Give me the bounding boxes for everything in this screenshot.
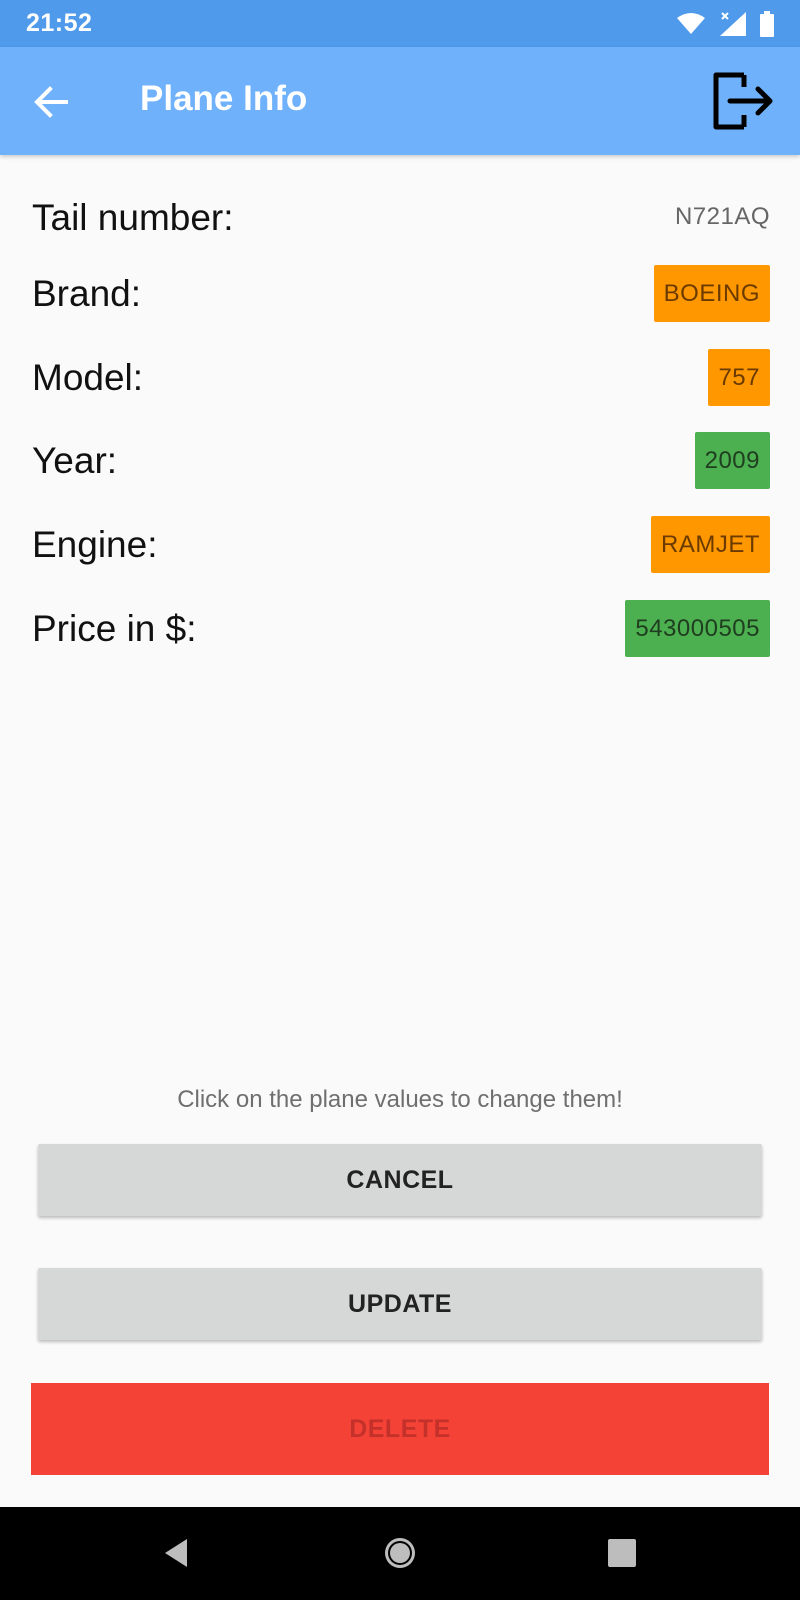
year-row: Year: 2009 [32,432,770,492]
price-value-button[interactable]: 543000505 [625,600,770,657]
status-icons [676,10,774,37]
year-value-button[interactable]: 2009 [694,432,770,489]
app-bar: Plane Info [0,47,800,155]
delete-button[interactable]: DELETE [31,1383,769,1475]
brand-row: Brand: BOEING [32,265,770,325]
tail-number-row: Tail number: N721AQ [32,189,770,249]
tail-number-value: N721AQ [674,203,770,230]
model-label: Model: [32,357,144,398]
page-title: Plane Info [140,79,308,118]
engine-value-button[interactable]: RAMJET [651,516,770,573]
model-value-button[interactable]: 757 [708,349,770,406]
status-time: 21:52 [26,9,93,37]
status-bar: 21:52 [0,0,800,47]
price-label: Price in $: [32,608,197,649]
brand-label: Brand: [32,273,142,314]
engine-row: Engine: RAMJET [32,516,770,576]
hint-text: Click on the plane values to change them… [177,1086,623,1113]
arrow-left-icon[interactable] [30,81,72,123]
tail-number-label: Tail number: [32,197,234,238]
model-row: Model: 757 [32,349,770,409]
year-label: Year: [32,440,118,481]
brand-value-button[interactable]: BOEING [653,265,770,322]
battery-icon [760,10,774,37]
logout-icon[interactable] [710,67,778,135]
system-nav-bar [0,1507,800,1600]
engine-label: Engine: [32,524,158,565]
signal-icon [720,11,746,36]
update-button[interactable]: UPDATE [38,1268,762,1340]
nav-back-icon[interactable] [155,1531,199,1575]
wifi-icon [677,12,705,34]
price-row: Price in $: 543000505 [32,600,770,660]
nav-home-icon[interactable] [378,1531,422,1575]
nav-recents-icon[interactable] [600,1531,644,1575]
cancel-button[interactable]: CANCEL [38,1144,762,1216]
